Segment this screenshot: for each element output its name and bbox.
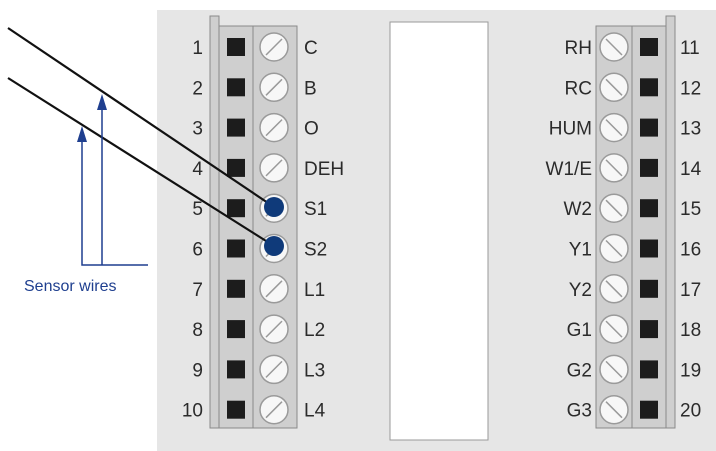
terminal-number: 18 bbox=[680, 320, 701, 341]
terminal-number: 19 bbox=[680, 360, 701, 381]
terminal-label: L4 bbox=[304, 401, 326, 422]
terminal-label: DEH bbox=[304, 159, 344, 180]
terminal-square-icon bbox=[227, 118, 245, 137]
callout-label: Sensor wires bbox=[24, 278, 116, 295]
terminal-label: HUM bbox=[549, 119, 592, 140]
terminal-square-icon bbox=[640, 118, 658, 137]
terminal-label: L3 bbox=[304, 360, 325, 381]
terminal-number: 4 bbox=[192, 159, 203, 180]
terminal-number: 10 bbox=[182, 401, 203, 422]
left-strip-rail bbox=[209, 15, 220, 429]
terminal-number: 6 bbox=[192, 240, 203, 261]
terminal-label: Y1 bbox=[569, 240, 592, 261]
terminal-label: C bbox=[304, 38, 318, 59]
terminal-square-icon bbox=[227, 360, 245, 379]
terminal-label: S1 bbox=[304, 199, 327, 220]
wire-connection-dot-s2 bbox=[264, 236, 284, 256]
terminal-number: 16 bbox=[680, 240, 701, 261]
terminal-square-icon bbox=[640, 38, 658, 56]
terminal-square-icon bbox=[227, 158, 245, 177]
terminal-number: 13 bbox=[680, 119, 701, 140]
terminal-number: 12 bbox=[680, 78, 701, 99]
terminal-number: 20 bbox=[680, 401, 701, 422]
right-strip-rail bbox=[665, 15, 676, 429]
terminal-number: 3 bbox=[192, 119, 203, 140]
terminal-square-icon bbox=[227, 38, 245, 56]
terminal-label: L1 bbox=[304, 280, 325, 301]
terminal-number: 1 bbox=[192, 38, 203, 59]
terminal-square-icon bbox=[640, 199, 658, 218]
center-label-area bbox=[389, 21, 489, 441]
terminal-square-icon bbox=[640, 158, 658, 177]
terminal-square-icon bbox=[227, 239, 245, 258]
terminal-label: G3 bbox=[567, 401, 592, 422]
terminal-square-icon bbox=[640, 239, 658, 258]
terminal-number: 15 bbox=[680, 199, 701, 220]
terminal-square-icon bbox=[227, 279, 245, 298]
terminal-label: Y2 bbox=[569, 280, 592, 301]
terminal-label: L2 bbox=[304, 320, 325, 341]
terminal-square-icon bbox=[227, 78, 245, 97]
callout-arrow-head-2 bbox=[97, 94, 107, 110]
terminal-number: 2 bbox=[192, 78, 203, 99]
terminal-label: W2 bbox=[564, 199, 593, 220]
terminal-square-icon bbox=[227, 320, 245, 339]
terminal-number: 17 bbox=[680, 280, 701, 301]
callout-arrows bbox=[77, 94, 148, 266]
terminal-label: B bbox=[304, 78, 317, 99]
terminal-label: G2 bbox=[567, 360, 592, 381]
terminal-square-icon bbox=[227, 400, 245, 419]
terminal-square-icon bbox=[640, 78, 658, 97]
callout-arrow-head-1 bbox=[77, 126, 87, 142]
terminal-block-diagram: 1 C 2 B 3 O 4 DEH 5 S1 6 S2 7 L1 8 L2 9 L3 10 L4 RH 11 RC 12 HU… bbox=[7, 10, 716, 451]
terminal-square-icon bbox=[640, 320, 658, 339]
terminal-square-icon bbox=[227, 199, 245, 218]
wire-connection-dot-s1 bbox=[264, 197, 284, 217]
terminal-label: W1/E bbox=[546, 159, 592, 180]
terminal-label: RC bbox=[565, 78, 592, 99]
terminal-number: 14 bbox=[680, 159, 702, 180]
terminal-square-icon bbox=[640, 279, 658, 298]
terminal-square-icon bbox=[640, 400, 658, 419]
terminal-number: 5 bbox=[192, 199, 203, 220]
terminal-label: S2 bbox=[304, 240, 327, 261]
terminal-label: O bbox=[304, 119, 319, 140]
terminal-number: 11 bbox=[680, 38, 700, 59]
terminal-number: 7 bbox=[192, 280, 203, 301]
terminal-label: RH bbox=[565, 38, 592, 59]
wiring-diagram: 1 C 2 B 3 O 4 DEH 5 S1 6 S2 7 L1 8 L2 9 L3 10 L4 RH 11 RC 12 HU… bbox=[0, 0, 716, 451]
terminal-number: 9 bbox=[192, 360, 203, 381]
terminal-number: 8 bbox=[192, 320, 203, 341]
terminal-label: G1 bbox=[567, 320, 592, 341]
terminal-square-icon bbox=[640, 360, 658, 379]
